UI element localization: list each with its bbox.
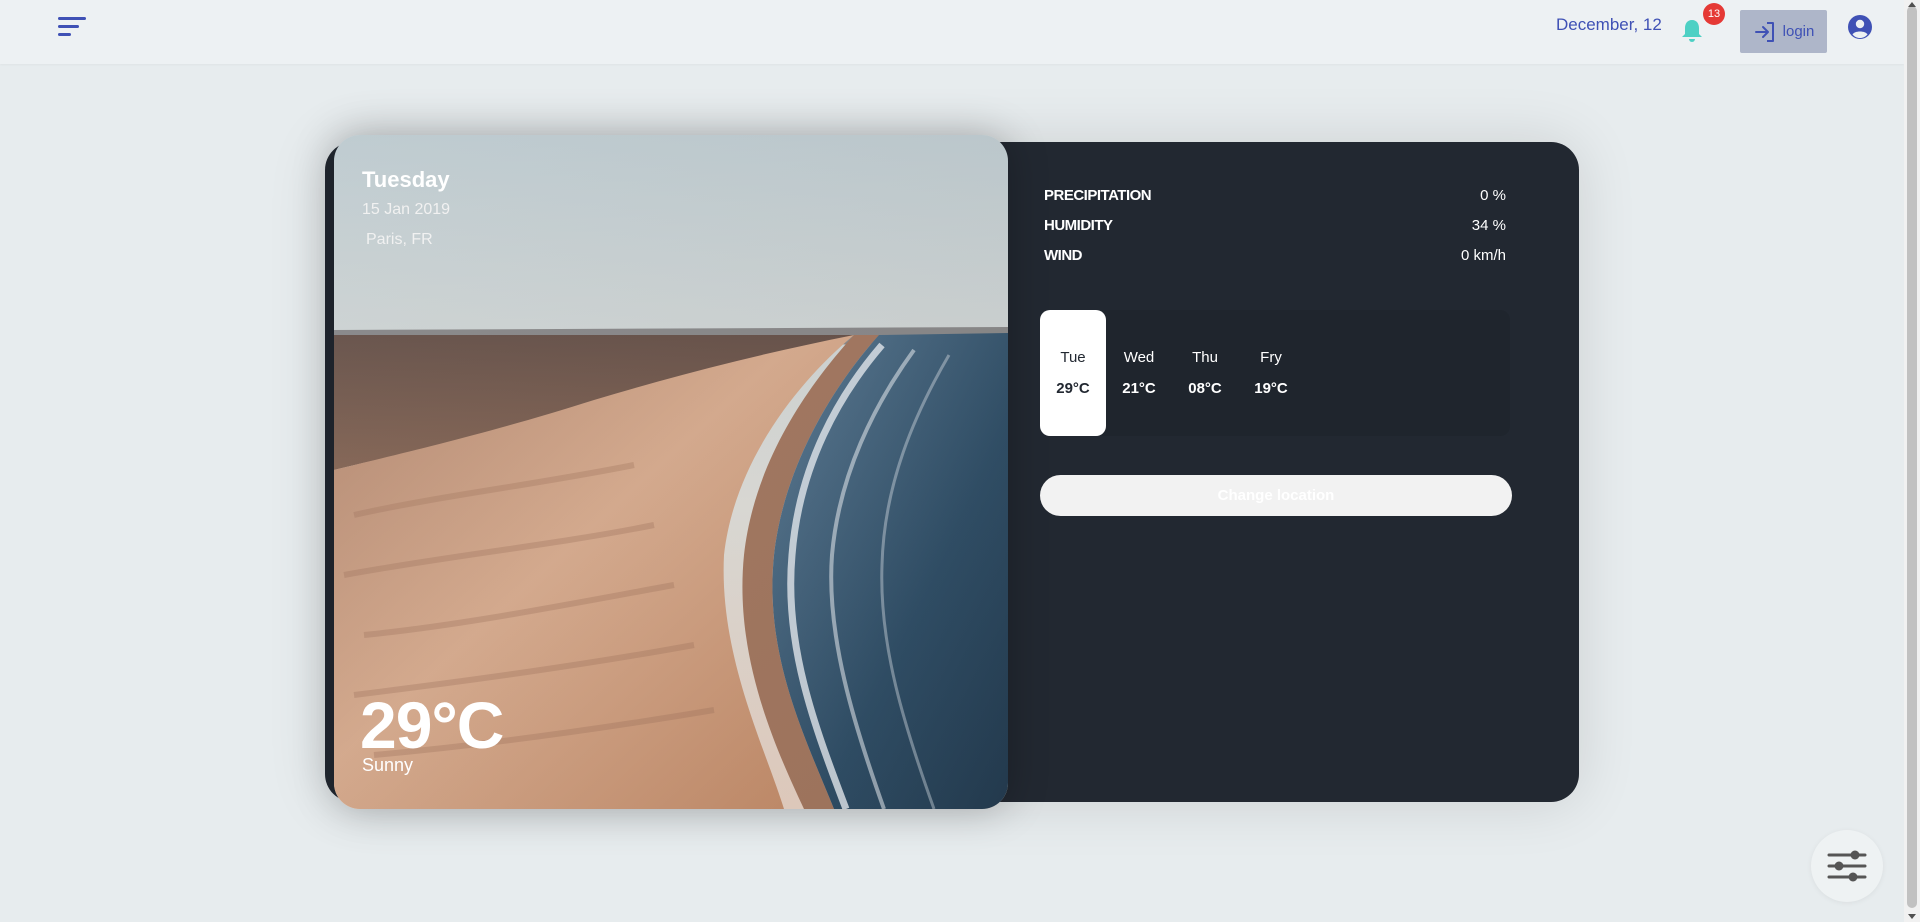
scrollbar-thumb[interactable] xyxy=(1907,6,1917,908)
stat-label: HUMIDITY xyxy=(1044,217,1113,234)
stat-value: 34 % xyxy=(1471,217,1506,234)
stat-value: 0 % xyxy=(1480,187,1506,204)
header-date: December, 12 xyxy=(1556,15,1662,34)
scroll-down-arrow-icon[interactable] xyxy=(1908,914,1916,919)
forecast-day-label: Fry xyxy=(1260,349,1282,366)
account-circle-icon[interactable] xyxy=(1847,14,1873,40)
weather-day: Tuesday xyxy=(362,167,450,192)
forecast-day-temp: 21°C xyxy=(1122,380,1156,397)
forecast-day-wed[interactable]: Wed 21°C xyxy=(1106,310,1172,436)
weather-condition: Sunny xyxy=(362,755,414,775)
forecast-day-tue[interactable]: Tue 29°C xyxy=(1040,310,1106,436)
forecast-day-temp: 29°C xyxy=(1056,380,1090,397)
change-location-button[interactable]: Change location xyxy=(1040,475,1512,516)
stat-label: WIND xyxy=(1044,247,1083,264)
forecast-day-label: Wed xyxy=(1123,349,1155,366)
stat-wind: WIND 0 km/h xyxy=(1044,245,1506,275)
sliders-icon xyxy=(1827,850,1867,882)
login-label: login xyxy=(1782,23,1815,40)
forecast-day-label: Tue xyxy=(1060,349,1086,366)
stat-precipitation: PRECIPITATION 0 % xyxy=(1044,185,1506,215)
weather-stats: PRECIPITATION 0 % HUMIDITY 34 % WIND 0 k… xyxy=(1044,185,1506,275)
week-forecast: Tue 29°C Wed 21°C Thu 08°C Fry 19°C xyxy=(1040,310,1510,436)
location-label: Paris, FR xyxy=(366,231,433,248)
weather-date: 15 Jan 2019 xyxy=(362,201,451,218)
forecast-day-thu[interactable]: Thu 08°C xyxy=(1172,310,1238,436)
login-icon xyxy=(1754,21,1774,42)
current-temperature: 29°C xyxy=(360,688,504,762)
stat-value: 0 km/h xyxy=(1460,247,1506,264)
forecast-day-fri[interactable]: Fry 19°C xyxy=(1238,310,1304,436)
menu-icon[interactable] xyxy=(58,17,88,39)
weather-location: Paris, FR xyxy=(366,231,433,249)
stat-humidity: HUMIDITY 34 % xyxy=(1044,215,1506,245)
login-button[interactable]: login xyxy=(1740,10,1827,53)
settings-button[interactable] xyxy=(1811,830,1883,902)
forecast-day-label: Thu xyxy=(1192,349,1218,366)
scroll-up-arrow-icon[interactable] xyxy=(1908,2,1916,7)
top-bar: December, 12 13 login xyxy=(0,0,1904,64)
stat-label: PRECIPITATION xyxy=(1044,187,1152,204)
forecast-day-temp: 08°C xyxy=(1188,380,1222,397)
notification-badge: 13 xyxy=(1703,3,1725,25)
bell-icon[interactable] xyxy=(1680,18,1704,44)
forecast-day-temp: 19°C xyxy=(1254,380,1288,397)
weather-photo: Tuesday 15 Jan 2019 Paris, FR 29°C Sunny xyxy=(334,135,1008,809)
